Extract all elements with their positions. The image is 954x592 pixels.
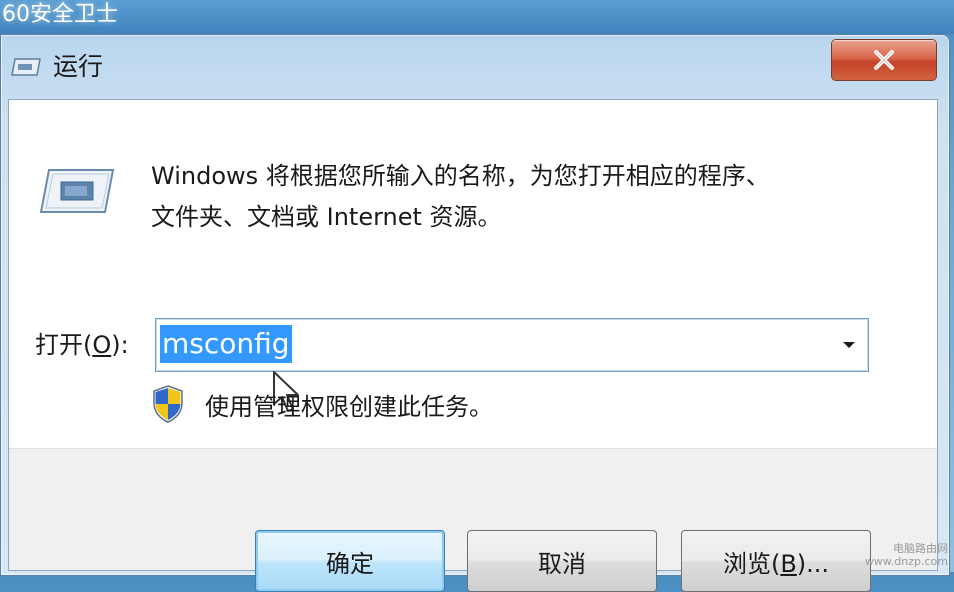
browse-button-label: 浏览(B)... xyxy=(723,544,829,579)
description-line-1: Windows 将根据您所输入的名称，为您打开相应的程序、 xyxy=(151,162,770,190)
run-icon xyxy=(39,169,115,213)
dropdown-button[interactable] xyxy=(836,329,862,361)
admin-privilege-note: 使用管理权限创建此任务。 xyxy=(205,393,493,421)
open-label: 打开(O): xyxy=(35,328,129,362)
uac-shield-icon xyxy=(153,385,183,423)
background-window-title: 60安全卫士 xyxy=(0,0,954,34)
chevron-down-icon xyxy=(843,342,855,348)
browse-button[interactable]: 浏览(B)... xyxy=(681,530,871,592)
dialog-client-area: Windows 将根据您所输入的名称，为您打开相应的程序、 文件夹、文档或 In… xyxy=(8,99,938,592)
close-button[interactable] xyxy=(831,39,937,81)
dialog-description: Windows 将根据您所输入的名称，为您打开相应的程序、 文件夹、文档或 In… xyxy=(151,156,851,238)
open-input-value[interactable]: msconfig xyxy=(160,325,292,363)
watermark-line-2: www.dnzp.com xyxy=(864,555,948,568)
close-icon xyxy=(874,50,894,70)
ok-button-label: 确定 xyxy=(326,549,374,578)
watermark: 电脑路由网 www.dnzp.com xyxy=(865,542,948,568)
watermark-line-1: 电脑路由网 xyxy=(893,542,948,555)
run-icon xyxy=(11,58,41,76)
browse-label-accelerator: B xyxy=(780,549,797,578)
open-combobox[interactable]: msconfig xyxy=(155,318,869,372)
cancel-button-label: 取消 xyxy=(538,549,586,578)
run-dialog: 运行 Windows 将根据您所输入的名称，为您打开相应的程序、 文件夹、文档或… xyxy=(0,34,950,592)
description-line-2: 文件夹、文档或 Internet 资源。 xyxy=(151,203,502,231)
cancel-button[interactable]: 取消 xyxy=(467,530,657,592)
ok-button[interactable]: 确定 xyxy=(255,530,445,592)
open-label-prefix: 打开( xyxy=(35,331,93,359)
open-label-accelerator: O xyxy=(92,331,112,359)
browse-label-suffix: )... xyxy=(796,549,830,578)
open-label-suffix: ): xyxy=(111,331,129,359)
dialog-title: 运行 xyxy=(53,52,104,81)
browse-label-prefix: 浏览( xyxy=(722,549,781,578)
title-bar: 运行 xyxy=(1,35,949,99)
